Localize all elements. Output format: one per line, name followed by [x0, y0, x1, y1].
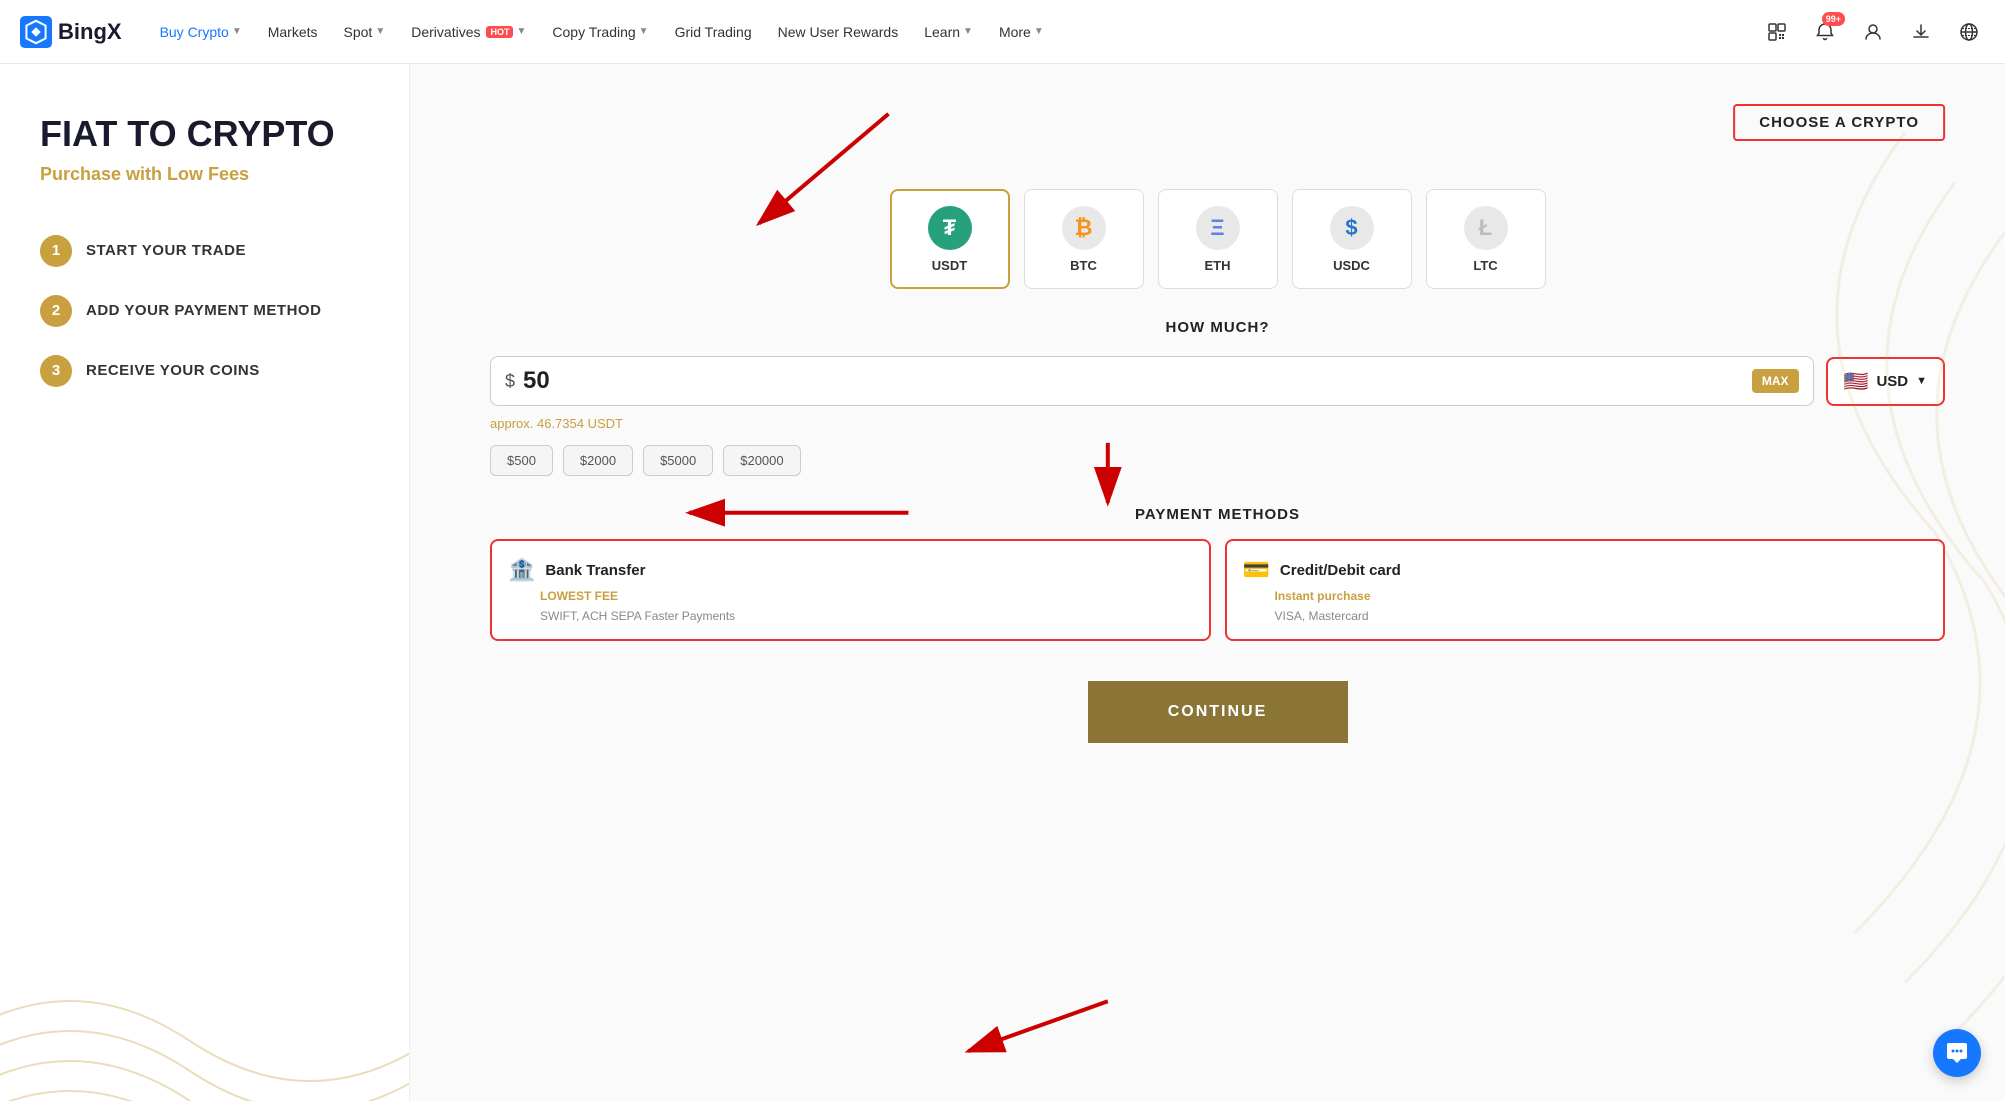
- amount-input-wrap[interactable]: $ MAX: [490, 356, 1814, 406]
- steps: 1 START YOUR TRADE 2 ADD YOUR PAYMENT ME…: [40, 235, 369, 387]
- crypto-usdt[interactable]: ₮ USDT: [890, 189, 1010, 289]
- bank-transfer-name: Bank Transfer: [545, 562, 645, 579]
- step-1-number: 1: [40, 235, 72, 267]
- eth-icon: Ξ: [1196, 206, 1240, 250]
- step-2: 2 ADD YOUR PAYMENT METHOD: [40, 295, 369, 327]
- eth-label: ETH: [1205, 258, 1231, 273]
- content-area: CHOOSE A CRYPTO ₮ USDT ₿ BTC Ξ ETH $ USD…: [410, 64, 2005, 1101]
- continue-button[interactable]: CONTINUE: [1088, 681, 1348, 743]
- nav-right: 99+: [1761, 16, 1985, 48]
- crypto-eth[interactable]: Ξ ETH: [1158, 189, 1278, 289]
- bank-icon: 🏦: [508, 557, 535, 583]
- download-button[interactable]: [1905, 16, 1937, 48]
- step-2-number: 2: [40, 295, 72, 327]
- step-2-label: ADD YOUR PAYMENT METHOD: [86, 302, 321, 319]
- usdt-label: USDT: [932, 258, 967, 273]
- navbar: BingX Buy Crypto ▼ Markets Spot ▼ Deriva…: [0, 0, 2005, 64]
- preset-5000[interactable]: $5000: [643, 445, 713, 476]
- nav-new-user-rewards[interactable]: New User Rewards: [768, 18, 909, 46]
- step-3-number: 3: [40, 355, 72, 387]
- usdc-icon: $: [1330, 206, 1374, 250]
- card-icon: 💳: [1243, 557, 1270, 583]
- step-1: 1 START YOUR TRADE: [40, 235, 369, 267]
- notification-badge: 99+: [1822, 12, 1845, 27]
- currency-caret: ▼: [1916, 375, 1927, 387]
- card-payment-card[interactable]: 💳 Credit/Debit card Instant purchase VIS…: [1225, 539, 1946, 641]
- main-layout: FIAT TO CRYPTO Purchase with Low Fees 1 …: [0, 64, 2005, 1101]
- ltc-label: LTC: [1473, 258, 1497, 273]
- preset-2000[interactable]: $2000: [563, 445, 633, 476]
- bank-transfer-header: 🏦 Bank Transfer: [508, 557, 1193, 583]
- qr-scan-button[interactable]: [1761, 16, 1793, 48]
- buy-crypto-caret: ▼: [232, 26, 242, 37]
- bank-transfer-sub: LOWEST FEE: [540, 589, 1193, 603]
- usdc-label: USDC: [1333, 258, 1370, 273]
- payment-methods-label: PAYMENT METHODS: [490, 506, 1945, 523]
- copy-trading-caret: ▼: [639, 26, 649, 37]
- payment-grid: 🏦 Bank Transfer LOWEST FEE SWIFT, ACH SE…: [490, 539, 1945, 641]
- choose-crypto-label: CHOOSE A CRYPTO: [1733, 104, 1945, 141]
- learn-caret: ▼: [963, 26, 973, 37]
- how-much-label: HOW MUCH?: [490, 319, 1945, 336]
- step-3-label: RECEIVE YOUR COINS: [86, 362, 260, 379]
- spot-caret: ▼: [375, 26, 385, 37]
- currency-select[interactable]: 🇺🇸 USD ▼: [1826, 357, 1945, 406]
- hot-badge: HOT: [486, 26, 513, 38]
- nav-derivatives[interactable]: Derivatives HOT ▼: [401, 18, 536, 46]
- crypto-ltc[interactable]: Ł LTC: [1426, 189, 1546, 289]
- profile-button[interactable]: [1857, 16, 1889, 48]
- continue-wrap: CONTINUE: [490, 671, 1945, 743]
- derivatives-caret: ▼: [516, 26, 526, 37]
- card-payment-name: Credit/Debit card: [1280, 562, 1401, 579]
- btc-icon: ₿: [1062, 206, 1106, 250]
- bank-transfer-card[interactable]: 🏦 Bank Transfer LOWEST FEE SWIFT, ACH SE…: [490, 539, 1211, 641]
- nav-spot[interactable]: Spot ▼: [334, 18, 396, 46]
- amount-row: $ MAX 🇺🇸 USD ▼: [490, 356, 1945, 406]
- preset-20000[interactable]: $20000: [723, 445, 800, 476]
- nav-items: Buy Crypto ▼ Markets Spot ▼ Derivatives …: [150, 18, 1761, 46]
- ltc-icon: Ł: [1464, 206, 1508, 250]
- preset-amounts: $500 $2000 $5000 $20000: [490, 445, 1945, 476]
- nav-buy-crypto[interactable]: Buy Crypto ▼: [150, 18, 252, 46]
- sidebar: FIAT TO CRYPTO Purchase with Low Fees 1 …: [0, 64, 410, 1101]
- preset-500[interactable]: $500: [490, 445, 553, 476]
- notifications-button[interactable]: 99+: [1809, 16, 1841, 48]
- chat-bubble[interactable]: [1933, 1029, 1981, 1077]
- step-3: 3 RECEIVE YOUR COINS: [40, 355, 369, 387]
- nav-learn[interactable]: Learn ▼: [914, 18, 983, 46]
- amount-input[interactable]: [523, 367, 603, 395]
- crypto-btc[interactable]: ₿ BTC: [1024, 189, 1144, 289]
- nav-markets[interactable]: Markets: [258, 18, 328, 46]
- logo[interactable]: BingX: [20, 16, 122, 48]
- card-payment-detail: VISA, Mastercard: [1275, 609, 1928, 623]
- dollar-sign: $: [505, 371, 515, 392]
- more-caret: ▼: [1034, 26, 1044, 37]
- crypto-usdc[interactable]: $ USDC: [1292, 189, 1412, 289]
- card-payment-header: 💳 Credit/Debit card: [1243, 557, 1928, 583]
- card-payment-sub: Instant purchase: [1275, 589, 1928, 603]
- btc-label: BTC: [1070, 258, 1097, 273]
- logo-text: BingX: [58, 19, 122, 45]
- nav-copy-trading[interactable]: Copy Trading ▼: [542, 18, 658, 46]
- language-button[interactable]: [1953, 16, 1985, 48]
- max-button[interactable]: MAX: [1752, 369, 1799, 393]
- currency-label: USD: [1876, 373, 1908, 390]
- nav-grid-trading[interactable]: Grid Trading: [665, 18, 762, 46]
- usdt-icon: ₮: [928, 206, 972, 250]
- approx-text: approx. 46.7354 USDT: [490, 416, 1945, 431]
- nav-more[interactable]: More ▼: [989, 18, 1054, 46]
- crypto-grid: ₮ USDT ₿ BTC Ξ ETH $ USDC Ł LTC: [490, 189, 1945, 289]
- sidebar-subtitle: Purchase with Low Fees: [40, 164, 369, 185]
- sidebar-title: FIAT TO CRYPTO: [40, 114, 369, 154]
- bank-transfer-detail: SWIFT, ACH SEPA Faster Payments: [540, 609, 1193, 623]
- currency-flag: 🇺🇸: [1844, 369, 1869, 394]
- step-1-label: START YOUR TRADE: [86, 242, 246, 259]
